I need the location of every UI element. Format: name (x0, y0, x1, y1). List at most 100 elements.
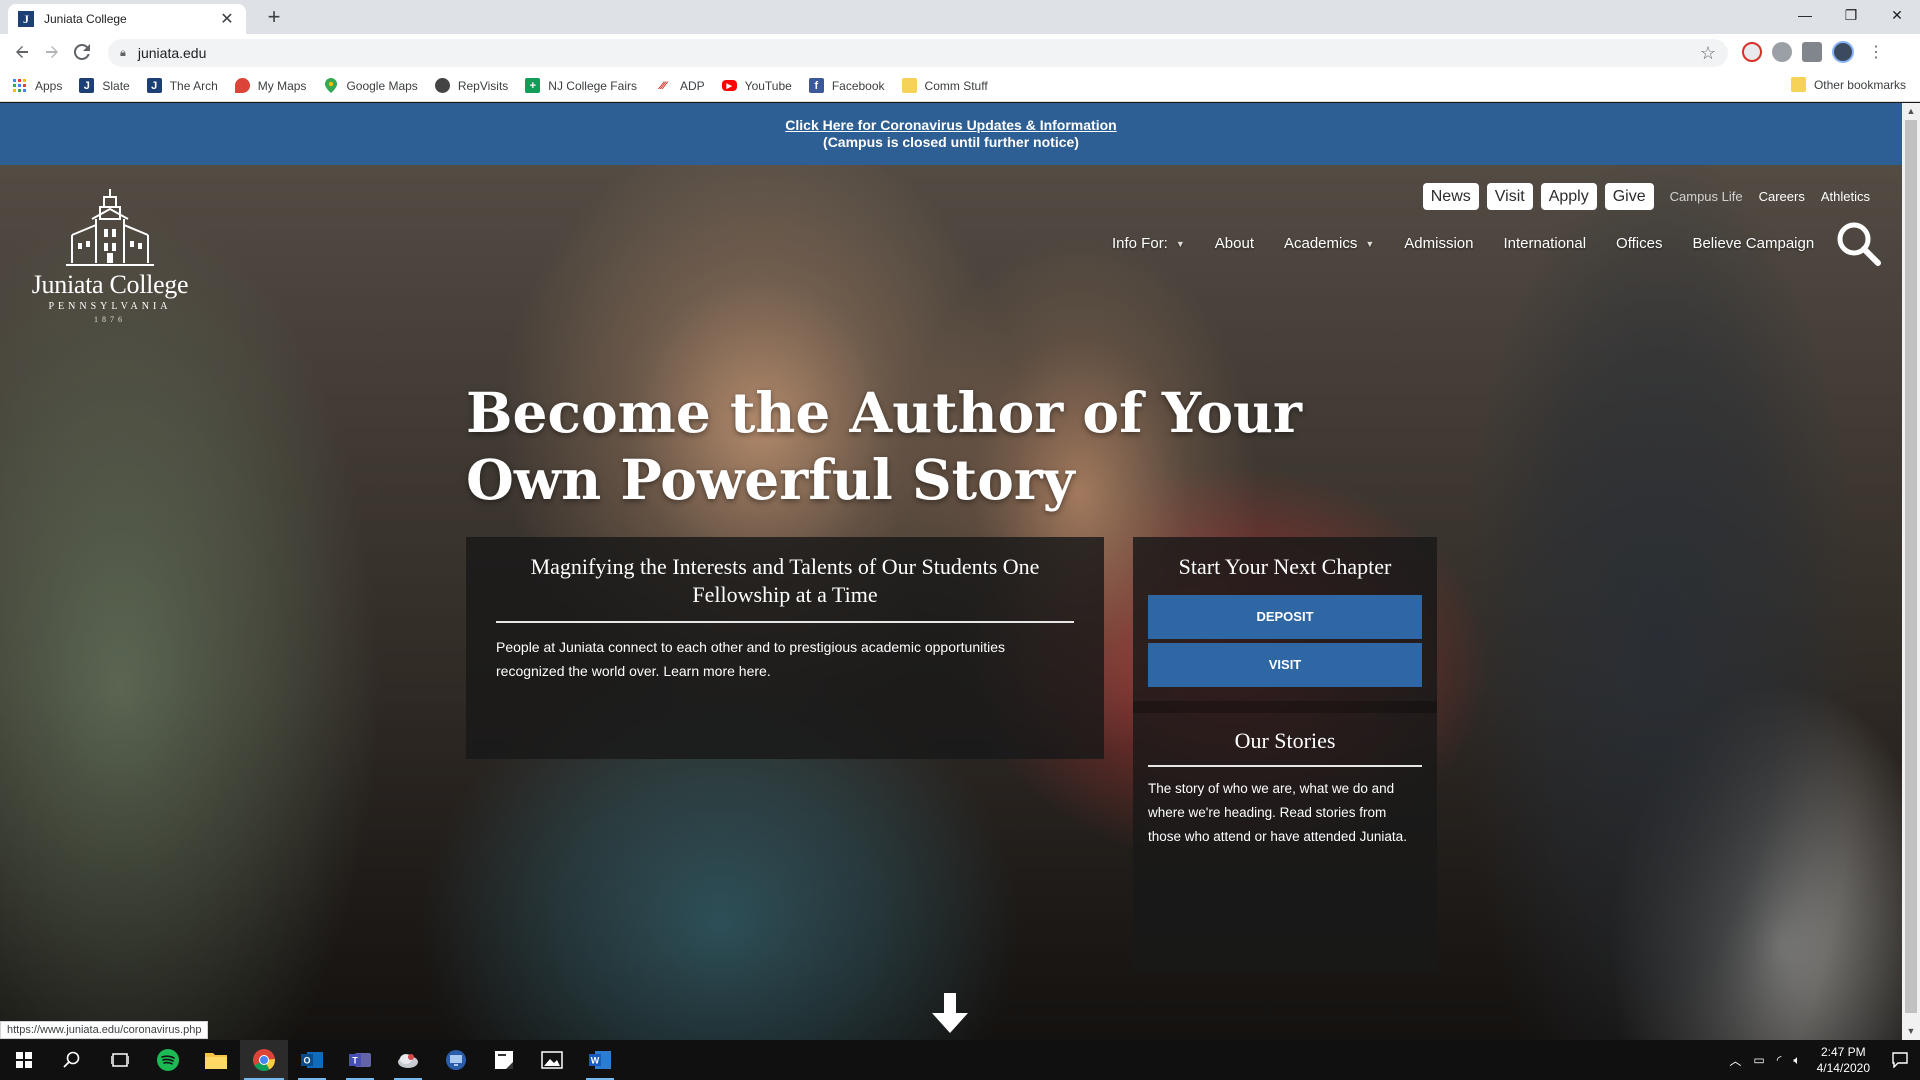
nav-about[interactable]: About (1215, 235, 1254, 252)
extension-cast-icon[interactable] (1802, 42, 1822, 62)
outlook-app[interactable]: O (288, 1040, 336, 1080)
hero-photo: Juniata College PENNSYLVANIA 1876 News V… (0, 165, 1902, 1040)
bookmark-the-arch[interactable]: J The Arch (146, 78, 218, 93)
nav-offices[interactable]: Offices (1616, 235, 1662, 252)
minimize-button[interactable]: — (1782, 0, 1828, 30)
page-scrollbar[interactable]: ▲ ▼ (1902, 103, 1920, 1040)
sticky-notes-icon (495, 1051, 513, 1069)
divider (496, 621, 1074, 623)
divider (1148, 765, 1422, 767)
word-app[interactable]: W (576, 1040, 624, 1080)
divider (1133, 701, 1437, 713)
battery-icon[interactable]: ▭ (1753, 1053, 1764, 1067)
founders-hall-icon (66, 189, 154, 266)
browser-menu-icon[interactable]: ⋮ (1868, 42, 1884, 62)
scroll-thumb[interactable] (1905, 120, 1917, 1013)
nav-international[interactable]: International (1503, 235, 1586, 252)
deposit-button[interactable]: DEPOSIT (1148, 595, 1422, 639)
volume-icon[interactable]: 🔈︎ (1793, 1053, 1800, 1068)
nav-info-for[interactable]: Info For: ▼ (1112, 235, 1185, 252)
bookmark-label: Comm Stuff (924, 78, 988, 93)
bookmark-comm-stuff[interactable]: Comm Stuff (901, 78, 988, 93)
our-stories-title[interactable]: Our Stories (1148, 727, 1422, 755)
campus-life-link[interactable]: Campus Life (1670, 187, 1743, 206)
bookmark-repvisits[interactable]: RepVisits (434, 78, 508, 93)
bookmark-slate[interactable]: J Slate (79, 78, 130, 93)
juniata-logo[interactable]: Juniata College PENNSYLVANIA 1876 (20, 187, 200, 324)
browser-tab-strip: J Juniata College ✕ + — ❐ ✕ (0, 0, 1920, 34)
forward-button[interactable] (38, 38, 66, 66)
chrome-app[interactable] (240, 1040, 288, 1080)
teams-icon: T (349, 1053, 371, 1067)
adp-icon: ⁄⁄⁄ (660, 79, 666, 92)
scroll-down-icon[interactable]: ▼ (1902, 1023, 1920, 1040)
photos-app[interactable] (528, 1040, 576, 1080)
start-button[interactable] (0, 1040, 48, 1080)
bookmark-nj-college-fairs[interactable]: + NJ College Fairs (525, 78, 637, 93)
bookmark-facebook[interactable]: f Facebook (808, 78, 885, 93)
reload-icon (74, 44, 90, 60)
taskbar-clock[interactable]: 2:47 PM 4/14/2020 (1817, 1044, 1870, 1076)
start-next-chapter-title: Start Your Next Chapter (1178, 554, 1392, 579)
search-taskbar-button[interactable] (48, 1040, 96, 1080)
visit-cta-button[interactable]: VISIT (1148, 643, 1422, 687)
logo-state: PENNSYLVANIA (48, 301, 172, 312)
windows-logo-icon (16, 1052, 32, 1068)
bookmark-youtube[interactable]: ▶ YouTube (721, 79, 792, 93)
nav-believe-campaign[interactable]: Believe Campaign (1692, 235, 1814, 252)
coronavirus-updates-link[interactable]: Click Here for Coronavirus Updates & Inf… (0, 117, 1902, 134)
url-text[interactable]: juniata.edu (138, 45, 1700, 61)
bookmark-my-maps[interactable]: My Maps (234, 78, 306, 93)
svg-text:W: W (591, 1056, 600, 1066)
file-explorer-app[interactable] (192, 1040, 240, 1080)
feature-panel[interactable]: Magnifying the Interests and Talents of … (466, 537, 1104, 759)
bookmarks-bar: Apps J Slate J The Arch My Maps Google M… (0, 70, 1920, 102)
scroll-up-icon[interactable]: ▲ (1902, 103, 1920, 120)
bookmark-label: Slate (102, 78, 130, 93)
svg-text:O: O (303, 1056, 310, 1066)
bookmark-google-maps[interactable]: Google Maps (323, 78, 418, 93)
scroll-down-arrow-icon[interactable] (932, 993, 968, 1033)
cta-group: DEPOSIT VISIT (1148, 595, 1422, 687)
other-bookmarks[interactable]: Other bookmarks (1790, 77, 1906, 92)
search-icon[interactable] (1834, 219, 1882, 267)
window-controls: — ❐ ✕ (1782, 0, 1920, 30)
repvisits-icon (434, 78, 450, 93)
news-button[interactable]: News (1422, 183, 1479, 210)
athletics-link[interactable]: Athletics (1821, 187, 1870, 206)
extension-badge-icon[interactable] (1742, 42, 1762, 62)
restore-button[interactable]: ❐ (1828, 0, 1874, 30)
nav-admission[interactable]: Admission (1404, 235, 1473, 252)
sticky-notes-app[interactable] (480, 1040, 528, 1080)
browser-tab[interactable]: J Juniata College ✕ (8, 4, 246, 34)
bookmark-adp[interactable]: ⁄⁄⁄ ADP (654, 78, 704, 93)
feature-text[interactable]: People at Juniata connect to each other … (496, 635, 1074, 683)
careers-link[interactable]: Careers (1759, 187, 1805, 206)
remote-desktop-app[interactable] (432, 1040, 480, 1080)
chrome-icon (253, 1049, 275, 1071)
nav-academics[interactable]: Academics ▼ (1284, 235, 1374, 252)
action-center-button[interactable] (1880, 1040, 1920, 1080)
show-hidden-icons-chevron-icon[interactable]: ︿ (1729, 1052, 1741, 1069)
our-stories-text[interactable]: The story of who we are, what we do and … (1148, 777, 1422, 849)
spotify-app[interactable] (144, 1040, 192, 1080)
teams-app[interactable]: T (336, 1040, 384, 1080)
photos-icon (541, 1051, 563, 1069)
bookmark-apps[interactable]: Apps (12, 78, 62, 93)
reload-button[interactable] (68, 38, 96, 66)
extension-circle-icon[interactable] (1772, 42, 1792, 62)
onedrive-app[interactable] (384, 1040, 432, 1080)
profile-avatar[interactable] (1832, 41, 1854, 63)
task-view-button[interactable] (96, 1040, 144, 1080)
folder-icon (205, 1053, 227, 1069)
apply-button[interactable]: Apply (1540, 183, 1597, 210)
close-window-button[interactable]: ✕ (1874, 0, 1920, 30)
address-bar[interactable]: 🔒︎ juniata.edu ☆ (108, 39, 1728, 67)
wifi-icon[interactable]: ◜ (1777, 1053, 1782, 1067)
back-button[interactable] (8, 38, 36, 66)
close-tab-icon[interactable]: ✕ (218, 9, 236, 29)
visit-button[interactable]: Visit (1486, 183, 1533, 210)
bookmark-star-icon[interactable]: ☆ (1700, 43, 1716, 64)
give-button[interactable]: Give (1604, 183, 1654, 210)
new-tab-button[interactable]: + (260, 4, 288, 32)
